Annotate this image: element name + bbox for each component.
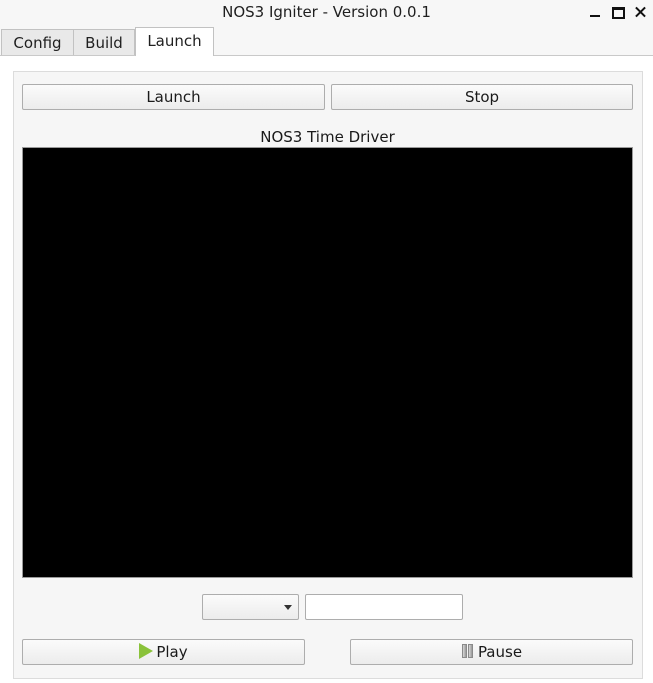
chevron-down-icon bbox=[284, 605, 292, 610]
tab-build[interactable]: Build bbox=[73, 29, 135, 55]
window-title: NOS3 Igniter - Version 0.0.1 bbox=[222, 3, 431, 21]
launch-button[interactable]: Launch bbox=[22, 84, 325, 110]
maximize-icon[interactable] bbox=[608, 2, 628, 22]
stop-button[interactable]: Stop bbox=[331, 84, 633, 110]
play-button[interactable]: Play bbox=[22, 639, 305, 665]
title-bar: NOS3 Igniter - Version 0.0.1 bbox=[0, 0, 653, 24]
play-label: Play bbox=[156, 643, 188, 661]
tab-launch[interactable]: Launch bbox=[135, 27, 214, 56]
close-icon[interactable] bbox=[631, 2, 651, 22]
pause-label: Pause bbox=[477, 643, 523, 661]
play-icon bbox=[139, 643, 154, 659]
time-driver-title: NOS3 Time Driver bbox=[260, 128, 395, 146]
time-input[interactable] bbox=[305, 594, 463, 620]
pause-button[interactable]: Pause bbox=[350, 639, 633, 665]
tab-config[interactable]: Config bbox=[1, 29, 74, 55]
time-driver-terminal[interactable] bbox=[22, 147, 633, 578]
minimize-icon[interactable] bbox=[585, 2, 605, 22]
time-step-dropdown[interactable] bbox=[202, 594, 299, 620]
pause-icon bbox=[461, 644, 475, 658]
